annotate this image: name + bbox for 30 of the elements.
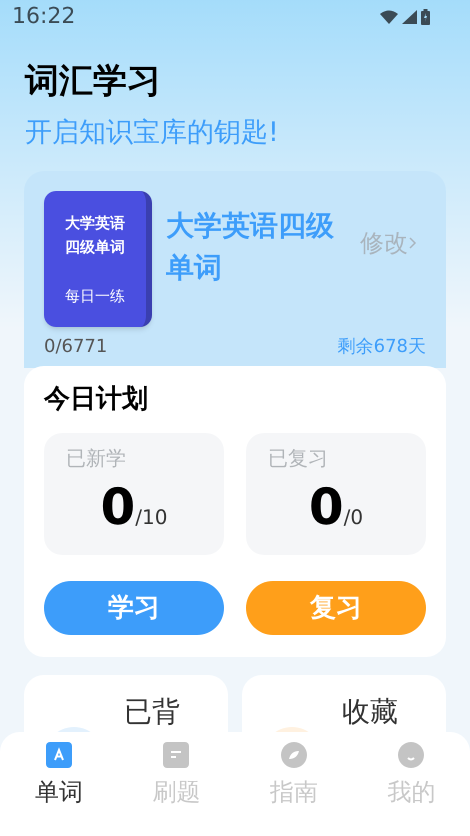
stat-label: 已新学 (66, 445, 127, 472)
chevron-icon (408, 236, 418, 250)
stat-total: /10 (135, 504, 168, 531)
cover-title: 大学英语四级单词 (64, 213, 126, 258)
plan-title: 今日计划 (44, 383, 149, 416)
stat-label: 已复习 (268, 445, 329, 472)
action-button[interactable]: 学习 (44, 581, 224, 635)
signal-icon (402, 10, 417, 24)
shortcut-card[interactable]: 已背 (24, 675, 228, 732)
status-time: 16:22 (12, 3, 76, 31)
shortcut-label: 已背 (124, 695, 180, 730)
stat-value: 0 (308, 477, 344, 537)
shortcut-label: 收藏 (342, 695, 398, 730)
shortcut-card[interactable]: 收藏 (242, 675, 446, 732)
page-title: 词汇学习 (25, 60, 162, 103)
stat-value: 0 (100, 477, 136, 537)
wifi-icon (380, 10, 398, 24)
action-button[interactable]: 复习 (246, 581, 426, 635)
battery-icon (421, 8, 430, 24)
page-subtitle: 开启知识宝库的钥匙! (25, 116, 280, 150)
document-icon (163, 742, 190, 768)
book-name: 大学英语四级单词 (166, 208, 335, 286)
days-remaining: 剩余678天 (338, 335, 426, 359)
tab[interactable]: 单词 (0, 742, 118, 810)
cover-caption: 每日一练 (65, 286, 125, 306)
progress-count: 0/6771 (44, 335, 108, 359)
face-icon (398, 742, 424, 768)
edit-link[interactable]: 修改 (360, 225, 418, 261)
stat-total: /0 (344, 504, 364, 531)
letter-icon (46, 742, 72, 768)
